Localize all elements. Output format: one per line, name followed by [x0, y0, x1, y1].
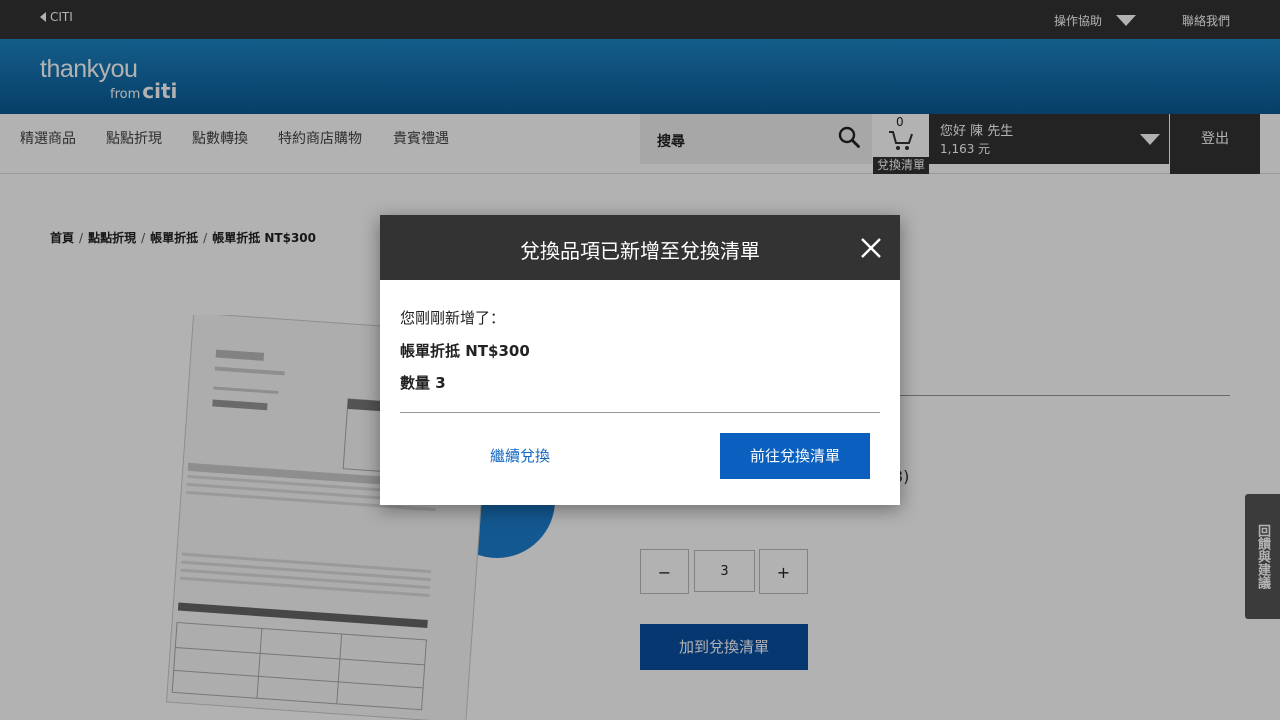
dialog-header: 兌換品項已新增至兌換清單: [380, 215, 900, 280]
dialog-item-name: 帳單折抵 NT$300: [400, 342, 530, 360]
go-to-redeem-list-button[interactable]: 前往兌換清單: [720, 433, 870, 479]
close-icon[interactable]: [860, 237, 882, 259]
dialog-title: 兌換品項已新增至兌換清單: [520, 239, 760, 263]
dialog-divider: [400, 412, 880, 413]
dialog-intro-text: 您剛剛新增了：: [400, 309, 506, 327]
continue-redeeming-link[interactable]: 繼續兌換: [470, 445, 570, 466]
dialog-item-quantity: 數量 3: [400, 374, 446, 392]
added-to-list-dialog: 兌換品項已新增至兌換清單 您剛剛新增了： 帳單折抵 NT$300 數量 3 繼續…: [380, 215, 900, 505]
